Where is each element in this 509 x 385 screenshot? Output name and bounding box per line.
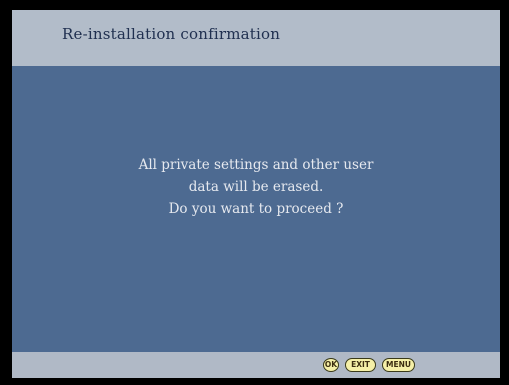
message-line-3: Do you want to proceed ? <box>168 201 344 217</box>
dialog-body: All private settings and other user data… <box>12 66 500 352</box>
footer-bar: OK EXIT MENU <box>12 352 500 378</box>
header-bar: Re-installation confirmation <box>12 10 500 66</box>
tv-screen: Re-installation confirmation All private… <box>12 10 500 378</box>
message-line-1: All private settings and other user <box>138 157 374 173</box>
menu-button[interactable]: MENU <box>382 358 415 372</box>
dialog-title: Re-installation confirmation <box>62 25 281 43</box>
message-line-2: data will be erased. <box>188 179 324 195</box>
confirmation-message: All private settings and other user data… <box>12 154 500 220</box>
ok-button[interactable]: OK <box>323 358 339 372</box>
exit-button[interactable]: EXIT <box>345 358 376 372</box>
